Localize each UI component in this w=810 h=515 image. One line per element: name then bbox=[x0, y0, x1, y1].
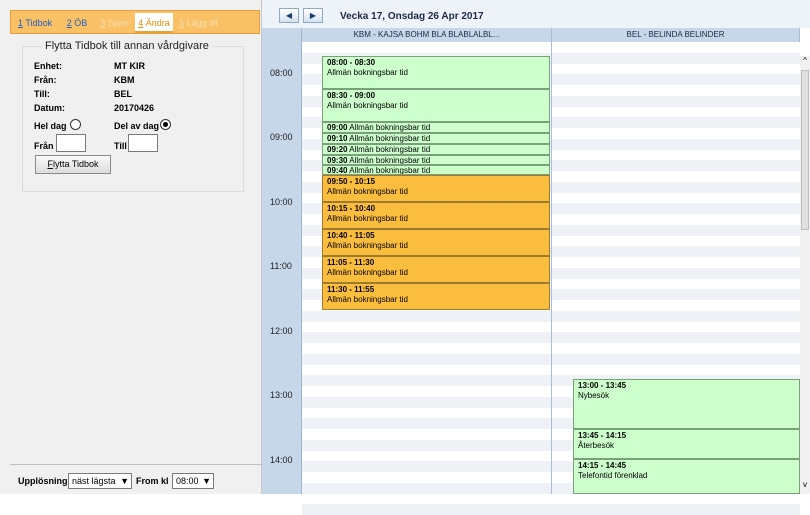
appointment-slot[interactable]: 08:00 - 08:30 Allmän bokningsbar tid bbox=[322, 56, 550, 89]
appointment-slot[interactable]: 11:05 - 11:30 Allmän bokningsbar tid bbox=[322, 256, 550, 283]
tab-ob[interactable]: 2 ÖB bbox=[63, 13, 91, 33]
del-av-dag-radio[interactable] bbox=[160, 119, 171, 130]
column-divider bbox=[551, 28, 552, 494]
resolution-select[interactable]: näst lägsta ▼ bbox=[68, 473, 132, 489]
calendar-title: Vecka 17, Onsdag 26 Apr 2017 bbox=[340, 11, 484, 22]
till-time-label: Till bbox=[114, 141, 127, 151]
appointment-slot[interactable]: 09:20 Allmän bokningsbar tid bbox=[322, 144, 550, 155]
chevron-down-icon: ▼ bbox=[202, 476, 211, 486]
prev-day-button[interactable]: ◀ bbox=[279, 8, 299, 23]
left-panel: 1 Tidbok 2 ÖB 3 Sparr 4 Ändra 5 Lägg til… bbox=[0, 0, 262, 494]
appointment-slot[interactable]: 08:30 - 09:00 Allmän bokningsbar tid bbox=[322, 89, 550, 122]
time-label: 11:00 bbox=[270, 261, 292, 271]
time-label: 08:00 bbox=[270, 68, 293, 78]
appointment-slot[interactable]: 09:00 Allmän bokningsbar tid bbox=[322, 122, 550, 133]
hel-dag-label: Hel dag bbox=[34, 121, 67, 131]
tab-andra[interactable]: 4 Ändra bbox=[135, 13, 173, 33]
fran-time-label: Från bbox=[34, 141, 54, 151]
time-label: 10:00 bbox=[270, 197, 293, 207]
fran-value: KBM bbox=[114, 75, 135, 85]
enhet-label: Enhet: bbox=[34, 61, 62, 71]
next-arrow-icon: ▶ bbox=[309, 11, 317, 20]
time-label: 14:00 bbox=[270, 455, 293, 465]
enhet-value: MT KIR bbox=[114, 61, 145, 71]
appointment-slot[interactable]: 09:50 - 10:15 Allmän bokningsbar tid bbox=[322, 175, 550, 202]
resolution-label: Upplösning bbox=[18, 476, 68, 486]
datum-label: Datum: bbox=[34, 103, 65, 113]
prev-arrow-icon: ◀ bbox=[285, 11, 293, 20]
hel-dag-radio[interactable] bbox=[70, 119, 81, 130]
column-header-kbm: KBM - KAJSA BOHM BLA BLABLALBL... bbox=[302, 28, 552, 42]
scrollbar-thumb[interactable] bbox=[801, 70, 809, 230]
from-kl-label: From kl bbox=[136, 476, 169, 486]
appointment-slot[interactable]: 13:00 - 13:45 Nybesök bbox=[573, 379, 800, 429]
appointment-slot[interactable]: 13:45 - 14:15 Återbesök bbox=[573, 429, 800, 459]
appointment-slot[interactable]: 09:40 Allmän bokningsbar tid bbox=[322, 165, 550, 175]
column-header-bel: BEL - BELINDA BELINDER bbox=[552, 28, 800, 42]
scroll-down-icon[interactable]: v bbox=[800, 480, 810, 492]
fran-time-input[interactable] bbox=[56, 134, 86, 152]
time-label: 09:00 bbox=[270, 132, 293, 142]
tab-sparr[interactable]: 3 Sparr bbox=[95, 13, 135, 33]
flytta-tidbok-button[interactable]: Flytta Tidbok bbox=[35, 155, 111, 174]
appointment-slot[interactable]: 14:15 - 14:45 Telefontid förenklad bbox=[573, 459, 800, 494]
del-av-dag-label: Del av dag bbox=[114, 121, 160, 131]
chevron-down-icon: ▼ bbox=[120, 476, 129, 486]
appointment-slot[interactable]: 10:15 - 10:40 Allmän bokningsbar tid bbox=[322, 202, 550, 229]
appointment-slot[interactable]: 09:10 Allmän bokningsbar tid bbox=[322, 133, 550, 144]
from-kl-select[interactable]: 08:00 ▼ bbox=[172, 473, 214, 489]
time-label: 12:00 bbox=[270, 326, 293, 336]
bottom-bar: Upplösning näst lägsta ▼ From kl 08:00 ▼ bbox=[10, 464, 262, 494]
scroll-up-icon[interactable]: ^ bbox=[800, 56, 810, 68]
tab-bar: 1 Tidbok 2 ÖB 3 Sparr 4 Ändra 5 Lägg til… bbox=[10, 10, 260, 34]
next-day-button[interactable]: ▶ bbox=[303, 8, 323, 23]
grid-stripe bbox=[302, 504, 800, 515]
tab-tidbok[interactable]: 1 Tidbok bbox=[14, 13, 56, 33]
till-value: BEL bbox=[114, 89, 132, 99]
grid-stripe bbox=[302, 493, 800, 505]
till-label: Till: bbox=[34, 89, 50, 99]
datum-value: 20170426 bbox=[114, 103, 155, 113]
panel-title: Flytta Tidbok till annan vårdgivare bbox=[41, 40, 213, 52]
vertical-scrollbar[interactable]: ^ v bbox=[800, 56, 810, 494]
appointment-slot[interactable]: 10:40 - 11:05 Allmän bokningsbar tid bbox=[322, 229, 550, 256]
time-label: 13:00 bbox=[270, 390, 293, 400]
calendar-header: ◀ ▶ Vecka 17, Onsdag 26 Apr 2017 bbox=[262, 0, 810, 28]
tab-lagg-till[interactable]: 5 Lägg till bbox=[176, 13, 221, 33]
fran-label: Från: bbox=[34, 75, 57, 85]
till-time-input[interactable] bbox=[128, 134, 158, 152]
appointment-slot[interactable]: 09:30 Allmän bokningsbar tid bbox=[322, 155, 550, 165]
appointment-slot[interactable]: 11:30 - 11:55 Allmän bokningsbar tid bbox=[322, 283, 550, 310]
